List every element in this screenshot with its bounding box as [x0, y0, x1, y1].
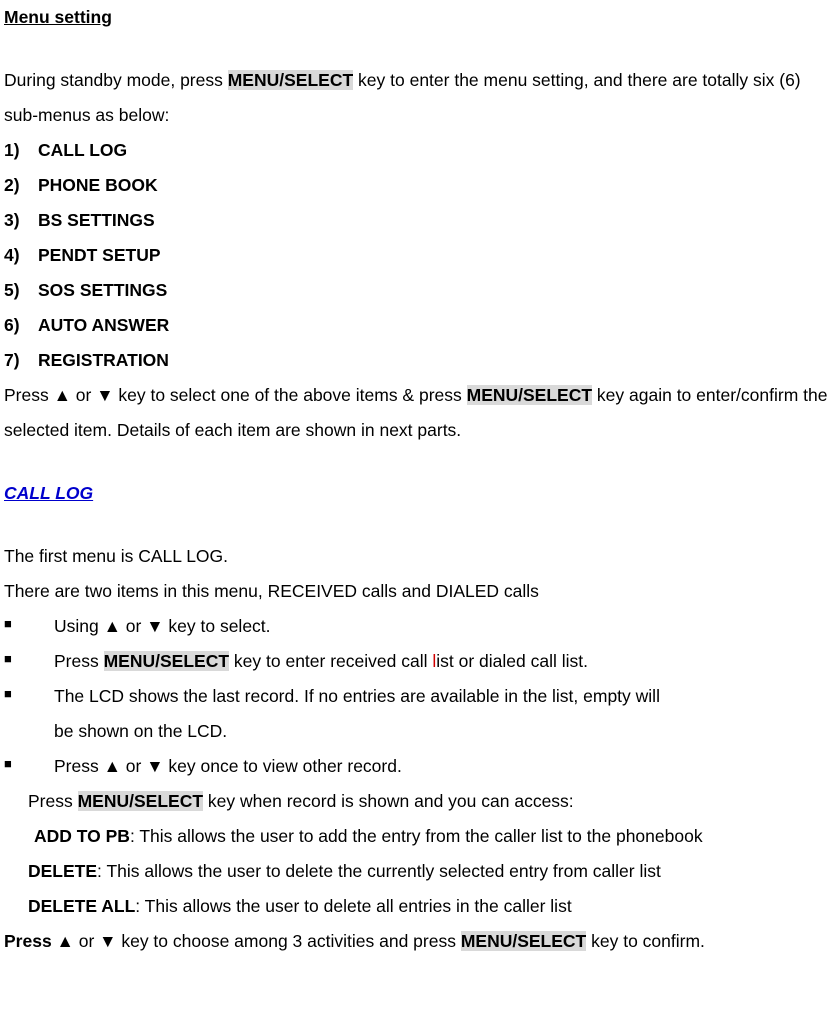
- delete-text: : This allows the user to delete the cur…: [97, 861, 661, 881]
- bullet-continuation: be shown on the LCD.: [4, 714, 829, 749]
- delete-all-label: DELETE ALL: [28, 896, 135, 916]
- list-item: 6)AUTO ANSWER: [4, 308, 829, 343]
- list-label: BS SETTINGS: [38, 203, 155, 238]
- menu-select-key: MENU/SELECT: [461, 931, 586, 951]
- bullet-spacer: [4, 714, 54, 749]
- delete-line: DELETE: This allows the user to delete t…: [4, 854, 829, 889]
- delete-all-text: : This allows the user to delete all ent…: [135, 896, 571, 916]
- list-number: 1): [4, 133, 38, 168]
- bullet-list: ■ Using ▲ or ▼ key to select. ■ Press ME…: [4, 609, 829, 784]
- delete-label: DELETE: [28, 861, 97, 881]
- intro-paragraph: During standby mode, press MENU/SELECT k…: [4, 63, 829, 133]
- bullet-text: Using ▲ or ▼ key to select.: [54, 609, 829, 644]
- list-number: 3): [4, 203, 38, 238]
- list-label: SOS SETTINGS: [38, 273, 167, 308]
- intro-text-a: During standby mode, press: [4, 70, 228, 90]
- bullet-text: The LCD shows the last record. If no ent…: [54, 679, 829, 714]
- list-item: 4)PENDT SETUP: [4, 238, 829, 273]
- bullet-text-b: key to enter received call: [229, 651, 432, 671]
- bullet-text: Press ▲ or ▼ key once to view other reco…: [54, 749, 829, 784]
- list-number: 5): [4, 273, 38, 308]
- call-log-heading: CALL LOG: [4, 476, 829, 511]
- add-to-pb-text: : This allows the user to add the entry …: [130, 826, 703, 846]
- final-bold-a: Press: [4, 931, 57, 951]
- list-number: 6): [4, 308, 38, 343]
- list-item: 2)PHONE BOOK: [4, 168, 829, 203]
- list-item: 7)REGISTRATION: [4, 343, 829, 378]
- bullet-text-a: Press: [54, 651, 104, 671]
- square-bullet-icon: ■: [4, 644, 54, 679]
- menu-select-key: MENU/SELECT: [467, 385, 592, 405]
- menu-select-key: MENU/SELECT: [78, 791, 203, 811]
- menu-select-key: MENU/SELECT: [104, 651, 229, 671]
- press-text-a: Press ▲ or ▼ key to select one of the ab…: [4, 385, 467, 405]
- square-bullet-icon: ■: [4, 609, 54, 644]
- press-instruction: Press ▲ or ▼ key to select one of the ab…: [4, 378, 829, 448]
- square-bullet-icon: ■: [4, 749, 54, 784]
- section-heading: Menu setting: [4, 0, 829, 35]
- add-to-pb-label: ADD TO PB: [34, 826, 130, 846]
- delete-all-line: DELETE ALL: This allows the user to dele…: [4, 889, 829, 924]
- bullet-item: ■ Press MENU/SELECT key to enter receive…: [4, 644, 829, 679]
- submenu-list: 1)CALL LOG 2)PHONE BOOK 3)BS SETTINGS 4)…: [4, 133, 829, 378]
- final-mid: ▲ or ▼ key to choose among 3 activities …: [57, 931, 461, 951]
- list-label: PHONE BOOK: [38, 168, 158, 203]
- bullet-item: ■ The LCD shows the last record. If no e…: [4, 679, 829, 714]
- bullet-text: Press MENU/SELECT key to enter received …: [54, 644, 829, 679]
- record-access-line: Press MENU/SELECT key when record is sho…: [4, 784, 829, 819]
- bullet-item: ■ Using ▲ or ▼ key to select.: [4, 609, 829, 644]
- list-number: 2): [4, 168, 38, 203]
- list-item: 5)SOS SETTINGS: [4, 273, 829, 308]
- final-instruction: Press ▲ or ▼ key to choose among 3 activ…: [4, 924, 829, 959]
- final-text-b: key to confirm.: [586, 931, 705, 951]
- square-bullet-icon: ■: [4, 679, 54, 714]
- list-item: 3)BS SETTINGS: [4, 203, 829, 238]
- call-log-first: The first menu is CALL LOG.: [4, 539, 829, 574]
- call-log-two-items: There are two items in this menu, RECEIV…: [4, 574, 829, 609]
- bullet-item: ■ Press ▲ or ▼ key once to view other re…: [4, 749, 829, 784]
- list-number: 4): [4, 238, 38, 273]
- list-label: CALL LOG: [38, 133, 127, 168]
- list-label: PENDT SETUP: [38, 238, 161, 273]
- bullet-text-c: ist or dialed call list.: [436, 651, 588, 671]
- record-text-b: key when record is shown and you can acc…: [203, 791, 574, 811]
- menu-select-key: MENU/SELECT: [228, 70, 353, 90]
- list-number: 7): [4, 343, 38, 378]
- list-label: AUTO ANSWER: [38, 308, 169, 343]
- record-text-a: Press: [28, 791, 78, 811]
- list-item: 1)CALL LOG: [4, 133, 829, 168]
- bullet-text: be shown on the LCD.: [54, 714, 829, 749]
- add-to-pb-line: ADD TO PB: This allows the user to add t…: [4, 819, 829, 854]
- list-label: REGISTRATION: [38, 343, 169, 378]
